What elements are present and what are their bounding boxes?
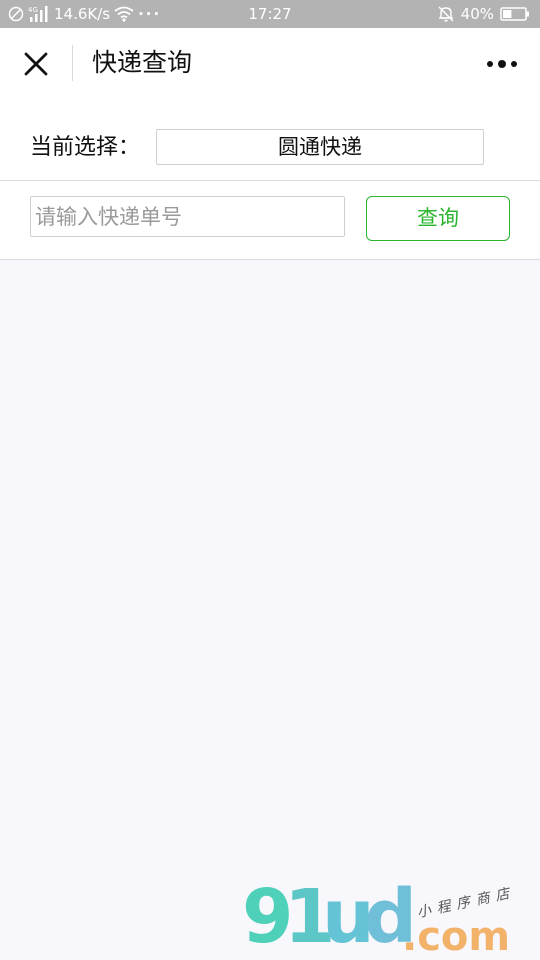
close-icon bbox=[24, 52, 48, 76]
tracking-number-input[interactable] bbox=[30, 196, 345, 237]
nav-bar: 快递查询 bbox=[0, 28, 540, 100]
divider bbox=[0, 180, 540, 181]
battery-icon bbox=[500, 6, 530, 22]
more-dots-icon bbox=[487, 60, 517, 68]
mute-bell-icon bbox=[437, 5, 455, 23]
query-panel: 当前选择： 圆通快递 查询 bbox=[0, 100, 540, 260]
close-button[interactable] bbox=[18, 46, 54, 82]
query-button[interactable]: 查询 bbox=[366, 196, 510, 241]
status-right: 40% bbox=[437, 4, 530, 24]
nav-divider bbox=[72, 45, 73, 81]
battery-percent: 40% bbox=[460, 5, 494, 23]
courier-select[interactable]: 圆通快递 bbox=[156, 129, 484, 165]
page-title: 快递查询 bbox=[92, 48, 193, 77]
selection-label: 当前选择： bbox=[30, 135, 141, 160]
more-button[interactable] bbox=[484, 50, 524, 78]
watermark-logo: 9 1 u d .com 小程序商店 bbox=[242, 874, 517, 960]
status-bar: 4G 14.6K/s ··· 17:27 40% bbox=[0, 0, 540, 28]
